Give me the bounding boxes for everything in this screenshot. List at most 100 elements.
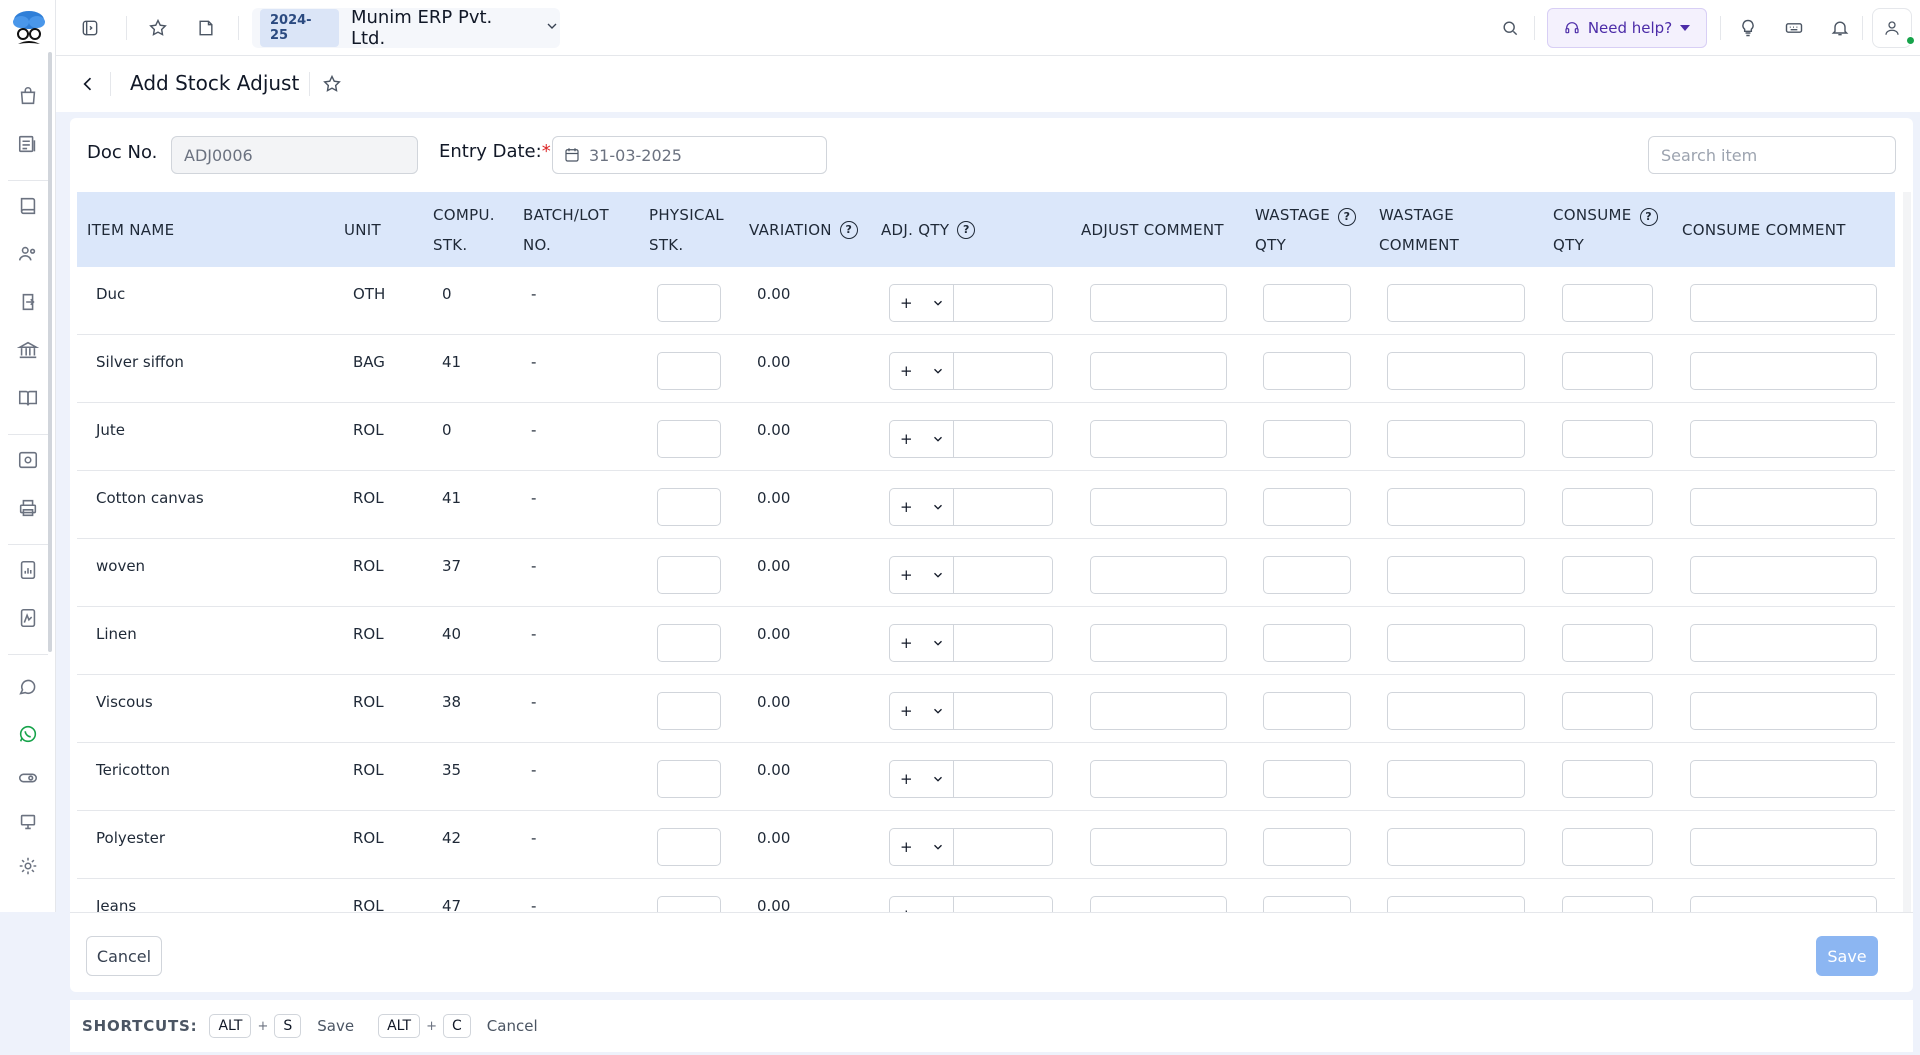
search-icon[interactable] <box>1494 12 1526 44</box>
wastage-qty-input[interactable] <box>1263 284 1351 322</box>
wastage-comment-input[interactable] <box>1387 352 1525 390</box>
physical-stk-input[interactable] <box>657 828 721 866</box>
adj-qty-input[interactable] <box>953 284 1053 322</box>
adj-qty-input[interactable] <box>953 828 1053 866</box>
book-icon[interactable] <box>16 194 40 218</box>
consume-qty-input[interactable] <box>1562 488 1653 526</box>
physical-stk-input[interactable] <box>657 420 721 458</box>
adj-sign-select[interactable]: + <box>889 692 953 730</box>
exchange-icon[interactable] <box>16 290 40 314</box>
consume-comment-input[interactable] <box>1690 284 1877 322</box>
physical-stk-input[interactable] <box>657 760 721 798</box>
adj-qty-input[interactable] <box>953 760 1053 798</box>
physical-stk-input[interactable] <box>657 488 721 526</box>
wastage-comment-input[interactable] <box>1387 760 1525 798</box>
entry-date-field[interactable]: 31-03-2025 <box>552 136 827 174</box>
consume-comment-input[interactable] <box>1690 692 1877 730</box>
consume-qty-input[interactable] <box>1562 624 1653 662</box>
consume-qty-input[interactable] <box>1562 896 1653 912</box>
wastage-comment-input[interactable] <box>1387 284 1525 322</box>
adjust-comment-input[interactable] <box>1090 692 1227 730</box>
consume-comment-input[interactable] <box>1690 556 1877 594</box>
adjust-comment-input[interactable] <box>1090 420 1227 458</box>
wastage-comment-input[interactable] <box>1387 420 1525 458</box>
physical-stk-input[interactable] <box>657 624 721 662</box>
wastage-comment-input[interactable] <box>1387 692 1525 730</box>
consume-qty-input[interactable] <box>1562 828 1653 866</box>
adj-qty-input[interactable] <box>953 896 1053 912</box>
wastage-qty-input[interactable] <box>1263 488 1351 526</box>
bag-icon[interactable] <box>16 84 40 108</box>
adj-sign-select[interactable]: + <box>889 760 953 798</box>
toggle-icon[interactable] <box>16 766 40 790</box>
open-book-icon[interactable] <box>16 386 40 410</box>
company-selector[interactable]: 2024-25 Munim ERP Pvt. Ltd. <box>252 7 560 49</box>
physical-stk-input[interactable] <box>657 556 721 594</box>
favorite-star-icon[interactable] <box>320 72 344 96</box>
gear-box-icon[interactable] <box>16 448 40 472</box>
consume-qty-input[interactable] <box>1562 760 1653 798</box>
adjust-comment-input[interactable] <box>1090 556 1227 594</box>
bell-icon[interactable] <box>1824 12 1856 44</box>
wastage-comment-input[interactable] <box>1387 896 1525 912</box>
adj-sign-select[interactable]: + <box>889 556 953 594</box>
whatsapp-icon[interactable] <box>16 722 40 746</box>
table-scrollbar[interactable] <box>1903 192 1911 912</box>
wastage-qty-input[interactable] <box>1263 828 1351 866</box>
settings-gear-icon[interactable] <box>16 854 40 878</box>
consume-qty-input[interactable] <box>1562 352 1653 390</box>
help-circle-icon[interactable]: ? <box>957 220 976 239</box>
adj-sign-select[interactable]: + <box>889 488 953 526</box>
chat-icon[interactable] <box>16 676 40 700</box>
adj-qty-input[interactable] <box>953 692 1053 730</box>
wastage-comment-input[interactable] <box>1387 488 1525 526</box>
consume-comment-input[interactable] <box>1690 828 1877 866</box>
physical-stk-input[interactable] <box>657 896 721 912</box>
sidebar-scrollbar[interactable] <box>48 52 52 652</box>
consume-comment-input[interactable] <box>1690 488 1877 526</box>
consume-comment-input[interactable] <box>1690 352 1877 390</box>
help-circle-icon[interactable]: ? <box>839 220 858 239</box>
wastage-comment-input[interactable] <box>1387 624 1525 662</box>
adjust-comment-input[interactable] <box>1090 624 1227 662</box>
need-help-button[interactable]: Need help? <box>1547 8 1707 48</box>
wastage-qty-input[interactable] <box>1263 692 1351 730</box>
help-circle-icon[interactable]: ? <box>1338 207 1356 226</box>
consume-qty-input[interactable] <box>1562 692 1653 730</box>
wastage-qty-input[interactable] <box>1263 420 1351 458</box>
help-circle-icon[interactable]: ? <box>1639 207 1658 226</box>
consume-comment-input[interactable] <box>1690 760 1877 798</box>
cancel-button[interactable]: Cancel <box>86 936 162 976</box>
back-arrow-icon[interactable] <box>76 72 100 96</box>
adj-qty-input[interactable] <box>953 352 1053 390</box>
bank-icon[interactable] <box>16 338 40 362</box>
wastage-qty-input[interactable] <box>1263 896 1351 912</box>
consume-qty-input[interactable] <box>1562 556 1653 594</box>
adj-sign-select[interactable]: + <box>889 284 953 322</box>
search-item-input[interactable] <box>1648 136 1896 174</box>
consume-qty-input[interactable] <box>1562 420 1653 458</box>
wastage-qty-input[interactable] <box>1263 352 1351 390</box>
adj-sign-select[interactable]: + <box>889 420 953 458</box>
physical-stk-input[interactable] <box>657 284 721 322</box>
wastage-qty-input[interactable] <box>1263 556 1351 594</box>
wastage-comment-input[interactable] <box>1387 828 1525 866</box>
document-sign-icon[interactable] <box>16 606 40 630</box>
physical-stk-input[interactable] <box>657 692 721 730</box>
munim-logo[interactable] <box>10 8 48 52</box>
adjust-comment-input[interactable] <box>1090 488 1227 526</box>
consume-comment-input[interactable] <box>1690 896 1877 912</box>
adj-sign-select[interactable]: + <box>889 896 953 912</box>
adj-qty-input[interactable] <box>953 488 1053 526</box>
keyboard-icon[interactable] <box>1778 12 1810 44</box>
adj-qty-input[interactable] <box>953 624 1053 662</box>
adjust-comment-input[interactable] <box>1090 896 1227 912</box>
adj-qty-input[interactable] <box>953 556 1053 594</box>
adjust-comment-input[interactable] <box>1090 352 1227 390</box>
printer-icon[interactable] <box>16 496 40 520</box>
consume-comment-input[interactable] <box>1690 420 1877 458</box>
save-button[interactable]: Save <box>1816 936 1878 976</box>
bulb-icon[interactable] <box>1732 12 1764 44</box>
star-icon[interactable] <box>142 12 174 44</box>
adjust-comment-input[interactable] <box>1090 760 1227 798</box>
